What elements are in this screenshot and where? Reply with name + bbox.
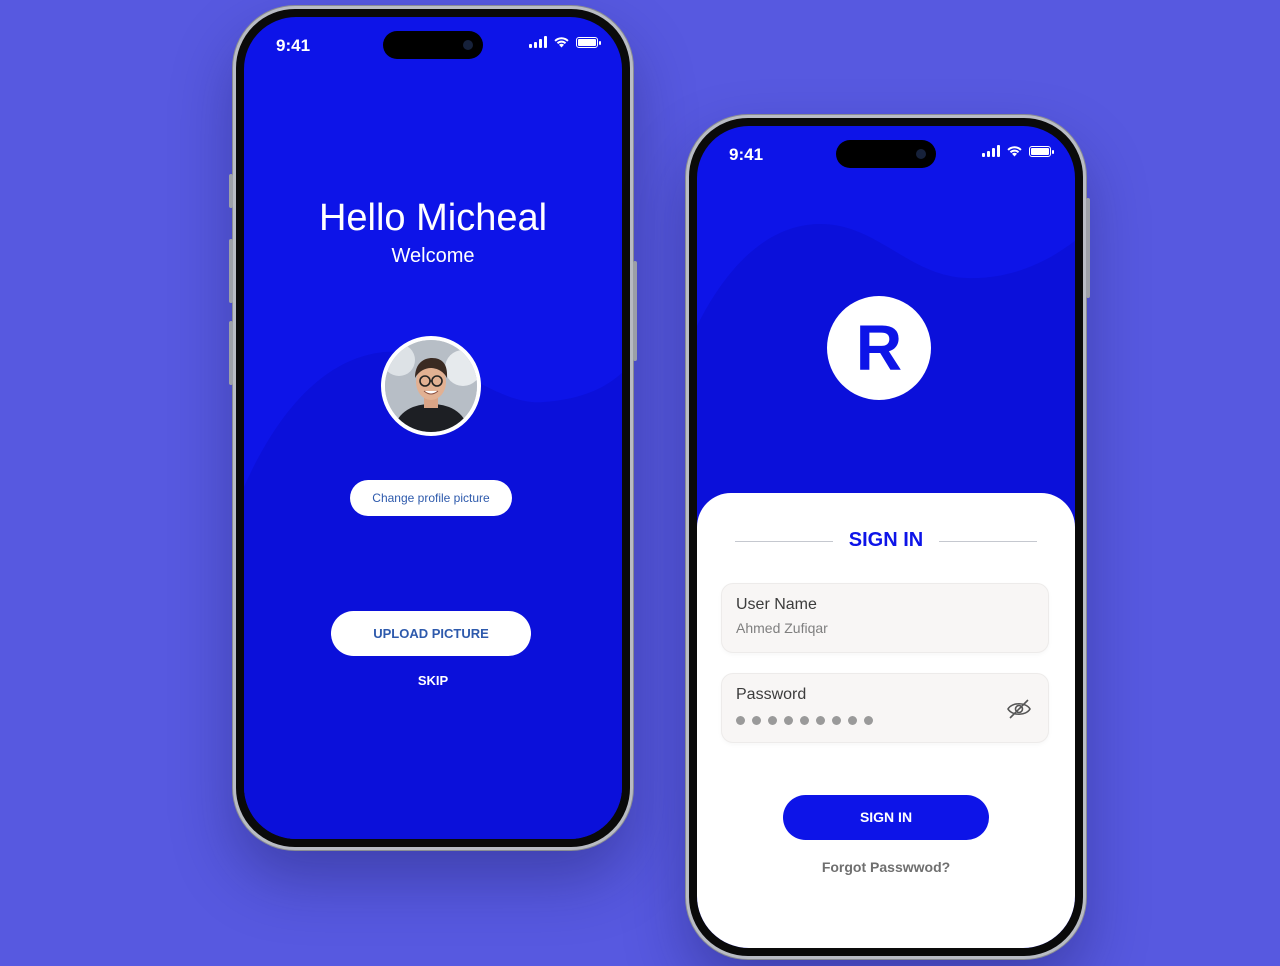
dynamic-island (383, 31, 483, 59)
forgot-password-link[interactable]: Forgot Passwwod? (697, 859, 1075, 875)
profile-photo-icon (385, 340, 477, 432)
app-logo: R (827, 296, 931, 400)
change-profile-picture-button[interactable]: Change profile picture (350, 480, 512, 516)
upload-picture-button[interactable]: UPLOAD PICTURE (331, 611, 531, 656)
power-button (633, 261, 637, 361)
greeting-title: Hello Micheal (318, 197, 548, 239)
signal-icon (982, 145, 1000, 157)
volume-up-button (229, 239, 233, 303)
status-bar: 9:41 (244, 17, 622, 73)
battery-icon (1029, 145, 1054, 157)
password-label: Password (736, 686, 807, 703)
dynamic-island (836, 140, 936, 168)
password-masked-dots (736, 716, 873, 725)
wifi-icon (554, 37, 569, 48)
wifi-icon (1007, 146, 1022, 157)
signin-submit-button[interactable]: SIGN IN (783, 795, 989, 840)
signal-icon (529, 36, 547, 48)
status-time: 9:41 (276, 36, 311, 55)
phone-signin: 9:41 R SIGN IN User Name Ahmed Zufiqar P… (686, 115, 1090, 959)
eye-off-icon[interactable] (1006, 698, 1032, 720)
battery-icon (576, 36, 601, 48)
welcome-subtitle: Welcome (391, 245, 475, 267)
username-field[interactable]: User Name Ahmed Zufiqar (721, 583, 1049, 653)
mute-switch (229, 174, 233, 208)
status-time: 9:41 (729, 145, 764, 164)
username-label: User Name (736, 596, 817, 613)
signin-card: SIGN IN User Name Ahmed Zufiqar Password… (697, 493, 1075, 948)
welcome-screen: 9:41 Hello Micheal Welcome Change profil… (244, 17, 622, 839)
password-field[interactable]: Password (721, 673, 1049, 743)
skip-link[interactable]: SKIP (244, 673, 622, 688)
power-button (1086, 198, 1090, 298)
status-bar: 9:41 (697, 126, 1075, 182)
avatar[interactable] (381, 336, 481, 436)
volume-down-button (229, 321, 233, 385)
signin-screen: 9:41 R SIGN IN User Name Ahmed Zufiqar P… (697, 126, 1075, 948)
signin-heading: SIGN IN (848, 529, 924, 551)
username-value: Ahmed Zufiqar (736, 620, 828, 636)
phone-welcome: 9:41 Hello Micheal Welcome Change profil… (229, 6, 637, 850)
